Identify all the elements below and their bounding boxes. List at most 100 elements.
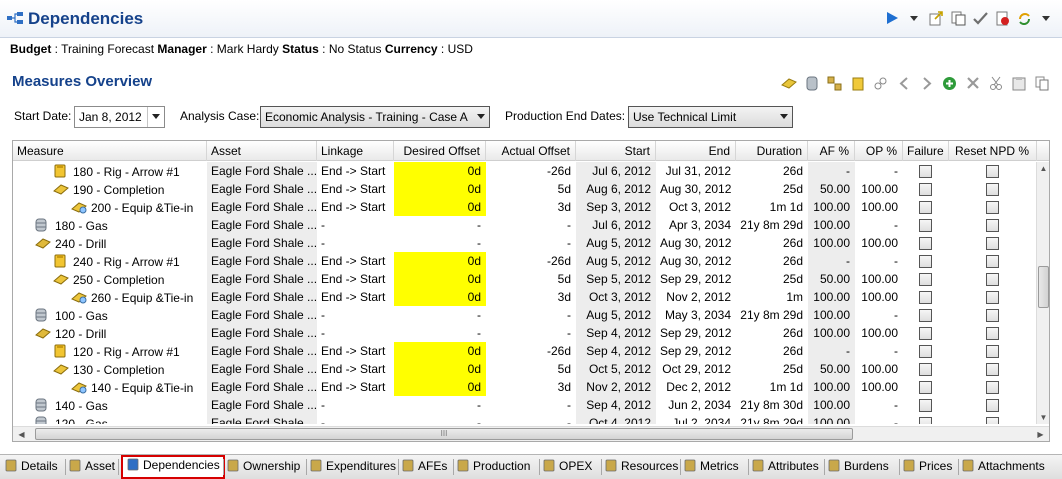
table-row[interactable]: 200 - Equip &Tie-in Eagle Ford Shale ... E… — [13, 198, 1037, 216]
cell-reset-npd[interactable] — [949, 306, 1037, 324]
scroll-right-icon[interactable]: ▶ — [1034, 428, 1047, 441]
failure-checkbox[interactable] — [919, 255, 932, 268]
cell-failure[interactable] — [903, 162, 949, 180]
reset-npd-checkbox[interactable] — [986, 255, 999, 268]
next-icon[interactable] — [918, 76, 935, 93]
paste-icon[interactable] — [1010, 76, 1027, 93]
add-icon[interactable] — [941, 76, 958, 93]
dropdown-arrow-icon[interactable] — [1038, 11, 1054, 27]
cell-failure[interactable] — [903, 234, 949, 252]
reset-npd-checkbox[interactable] — [986, 363, 999, 376]
column-header-linkage[interactable]: Linkage — [317, 141, 394, 161]
scroll-left-icon[interactable]: ◀ — [15, 428, 28, 441]
gas-icon[interactable] — [803, 76, 820, 93]
cell-reset-npd[interactable] — [949, 198, 1037, 216]
vertical-scroll-thumb[interactable] — [1038, 266, 1049, 308]
column-header-failure[interactable]: Failure — [903, 141, 949, 161]
cell-measure[interactable]: 140 - Gas — [13, 396, 207, 414]
table-row[interactable]: 190 - Completion Eagle Ford Shale ... End … — [13, 180, 1037, 198]
column-header-desired-offset[interactable]: Desired Offset — [394, 141, 486, 161]
cell-failure[interactable] — [903, 360, 949, 378]
scroll-down-icon[interactable]: ▼ — [1037, 411, 1049, 424]
reset-npd-checkbox[interactable] — [986, 417, 999, 424]
reset-npd-checkbox[interactable] — [986, 399, 999, 412]
tab-afes[interactable]: AFEs — [401, 457, 447, 477]
approve-icon[interactable] — [972, 11, 988, 27]
reset-npd-checkbox[interactable] — [986, 237, 999, 250]
chevron-down-icon[interactable] — [477, 114, 485, 119]
cell-measure[interactable]: 240 - Drill — [13, 234, 207, 252]
failure-checkbox[interactable] — [919, 363, 932, 376]
cell-failure[interactable] — [903, 180, 949, 198]
reset-npd-checkbox[interactable] — [986, 345, 999, 358]
export-icon[interactable] — [928, 11, 944, 27]
reset-npd-checkbox[interactable] — [986, 291, 999, 304]
cell-reset-npd[interactable] — [949, 396, 1037, 414]
cell-failure[interactable] — [903, 288, 949, 306]
tab-ownership[interactable]: Ownership — [226, 457, 300, 477]
reset-npd-checkbox[interactable] — [986, 201, 999, 214]
cell-failure[interactable] — [903, 252, 949, 270]
column-header-reset-npd[interactable]: Reset NPD % — [949, 141, 1037, 161]
column-header-start[interactable]: Start — [576, 141, 656, 161]
tab-dependencies[interactable]: Dependencies — [121, 455, 225, 479]
reset-npd-checkbox[interactable] — [986, 309, 999, 322]
table-row[interactable]: 260 - Equip &Tie-in Eagle Ford Shale ... E… — [13, 288, 1037, 306]
cell-failure[interactable] — [903, 396, 949, 414]
column-header-measure[interactable]: Measure — [13, 141, 207, 161]
chevron-down-icon[interactable] — [780, 114, 788, 119]
cell-reset-npd[interactable] — [949, 162, 1037, 180]
table-row[interactable]: 180 - Rig - Arrow #1 Eagle Ford Shale ...… — [13, 162, 1037, 180]
cell-measure[interactable]: 120 - Drill — [13, 324, 207, 342]
reset-npd-checkbox[interactable] — [986, 273, 999, 286]
cell-reset-npd[interactable] — [949, 180, 1037, 198]
scroll-up-icon[interactable]: ▲ — [1037, 162, 1049, 175]
tab-expenditures[interactable]: Expenditures — [309, 457, 396, 477]
column-header-asset[interactable]: Asset — [207, 141, 317, 161]
cell-measure[interactable]: 190 - Completion — [13, 180, 207, 198]
failure-checkbox[interactable] — [919, 345, 932, 358]
tab-details[interactable]: Details — [4, 457, 58, 477]
horizontal-scroll-thumb[interactable]: III — [35, 428, 853, 440]
failure-checkbox[interactable] — [919, 291, 932, 304]
column-header-duration[interactable]: Duration — [736, 141, 808, 161]
cell-measure[interactable]: 140 - Equip &Tie-in — [13, 378, 207, 396]
failure-checkbox[interactable] — [919, 237, 932, 250]
cell-measure[interactable]: 100 - Gas — [13, 306, 207, 324]
cell-measure[interactable]: 260 - Equip &Tie-in — [13, 288, 207, 306]
table-row[interactable]: 120 - Drill Eagle Ford Shale ... - - - Sep 4,… — [13, 324, 1037, 342]
tab-resources[interactable]: Resources — [604, 457, 678, 477]
cell-failure[interactable] — [903, 342, 949, 360]
tab-metrics[interactable]: Metrics — [683, 457, 739, 477]
cell-measure[interactable]: 180 - Gas — [13, 216, 207, 234]
cell-reset-npd[interactable] — [949, 324, 1037, 342]
delete-icon[interactable] — [964, 76, 981, 93]
column-header-actual-offset[interactable]: Actual Offset — [486, 141, 576, 161]
table-row[interactable]: 240 - Drill Eagle Ford Shale ... - - - Aug 5,… — [13, 234, 1037, 252]
horizontal-scrollbar[interactable]: ◀ III ▶ — [13, 426, 1049, 441]
failure-checkbox[interactable] — [919, 165, 932, 178]
tab-opex[interactable]: OPEX — [542, 457, 592, 477]
cell-reset-npd[interactable] — [949, 270, 1037, 288]
cell-failure[interactable] — [903, 378, 949, 396]
prev-icon[interactable] — [895, 76, 912, 93]
analysis-case-select[interactable]: Economic Analysis - Training - Case A — [260, 106, 490, 128]
reset-npd-checkbox[interactable] — [986, 165, 999, 178]
cell-measure[interactable]: 130 - Completion — [13, 360, 207, 378]
tab-production[interactable]: Production — [456, 457, 530, 477]
table-row[interactable]: 130 - Completion Eagle Ford Shale ... End … — [13, 360, 1037, 378]
table-row[interactable]: 100 - Gas Eagle Ford Shale ... - - - Aug 5, 2… — [13, 306, 1037, 324]
cell-failure[interactable] — [903, 306, 949, 324]
chevron-down-icon[interactable] — [152, 114, 160, 119]
failure-checkbox[interactable] — [919, 399, 932, 412]
play-icon[interactable] — [884, 11, 900, 27]
box-icon[interactable] — [849, 76, 866, 93]
tab-attributes[interactable]: Attributes — [751, 457, 819, 477]
table-row[interactable]: 120 - Gas Eagle Ford Shale ... - - - Oct 4, 2… — [13, 414, 1037, 424]
refresh-icon[interactable] — [1016, 11, 1032, 27]
cell-reset-npd[interactable] — [949, 342, 1037, 360]
cell-measure[interactable]: 180 - Rig - Arrow #1 — [13, 162, 207, 180]
reset-npd-checkbox[interactable] — [986, 381, 999, 394]
start-date-picker[interactable]: Jan 8, 2012 — [74, 106, 165, 128]
failure-checkbox[interactable] — [919, 273, 932, 286]
